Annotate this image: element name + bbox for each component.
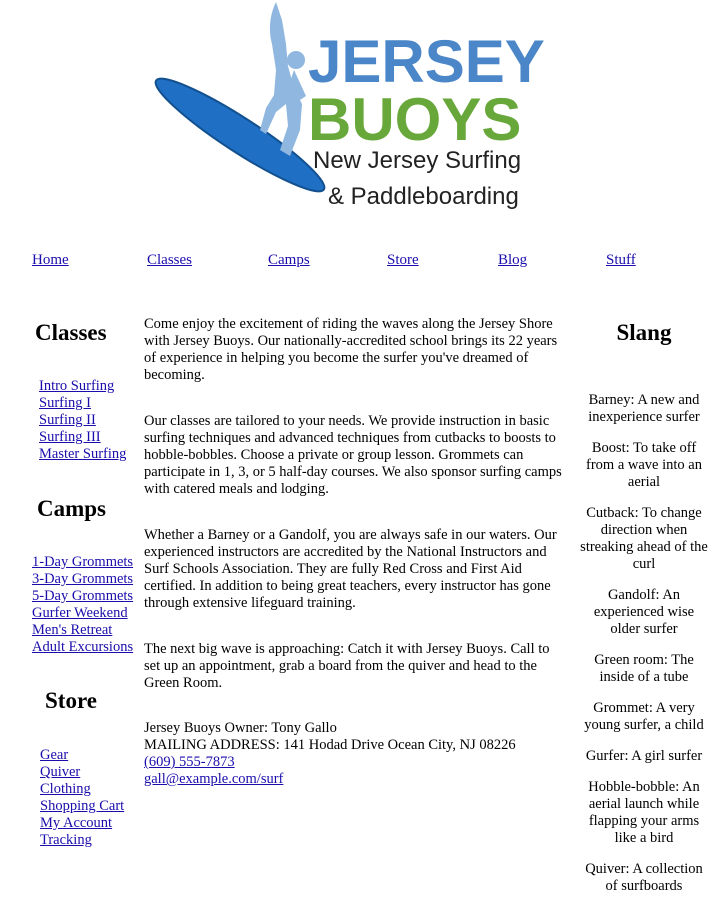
logo-tagline2: & Paddleboarding: [328, 183, 519, 210]
store-link-my-account[interactable]: My Account: [40, 815, 112, 831]
contact-info: Jersey Buoys Owner: Tony Gallo MAILING A…: [144, 720, 562, 788]
classes-paragraph: Our classes are tailored to your needs. …: [144, 413, 562, 497]
camp-link-adult-excursions[interactable]: Adult Excursions: [32, 639, 133, 655]
store-link-tracking[interactable]: Tracking: [40, 832, 92, 848]
camp-link-5-day[interactable]: 5-Day Grommets: [32, 588, 133, 604]
logo-graphic: JERSEY BUOYS New Jersey Surfing & Paddle…: [154, 2, 545, 210]
camps-list: 1-Day Grommets 3-Day Grommets 5-Day Grom…: [32, 554, 133, 656]
list-item: Adult Excursions: [32, 639, 133, 656]
logo-line1: JERSEY: [308, 28, 545, 95]
camp-link-mens-retreat[interactable]: Men's Retreat: [32, 622, 112, 638]
list-item: Gear: [40, 747, 124, 764]
site-logo: JERSEY BUOYS New Jersey Surfing & Paddle…: [148, 0, 553, 215]
list-item: Surfing III: [39, 429, 126, 446]
slang-item: Quiver: A collection of surfboards: [585, 861, 703, 894]
nav-classes[interactable]: Classes: [147, 251, 192, 269]
nav-home[interactable]: Home: [32, 251, 69, 269]
phone-link[interactable]: (609) 555-7873: [144, 754, 235, 770]
logo-line2: BUOYS: [308, 86, 521, 153]
surfboard-icon: [154, 77, 326, 193]
store-link-gear[interactable]: Gear: [40, 747, 68, 763]
list-item: Intro Surfing: [39, 378, 126, 395]
classes-list: Intro Surfing Surfing I Surfing II Surfi…: [39, 378, 126, 463]
logo-tagline1: New Jersey Surfing: [313, 147, 521, 174]
email-link[interactable]: gall@example.com/surf: [144, 771, 283, 787]
camp-link-1-day[interactable]: 1-Day Grommets: [32, 554, 133, 570]
list-item: Master Surfing: [39, 446, 126, 463]
store-list: Gear Quiver Clothing Shopping Cart My Ac…: [40, 747, 124, 849]
class-link-intro-surfing[interactable]: Intro Surfing: [39, 378, 114, 394]
list-item: Surfing II: [39, 412, 126, 429]
slang-list: Barney: A new and inexperience surfer Bo…: [580, 392, 708, 909]
camps-heading: Camps: [37, 496, 107, 521]
list-item: Shopping Cart: [40, 798, 124, 815]
list-item: My Account: [40, 815, 124, 832]
slang-item: Boost: To take off from a wave into an a…: [586, 440, 702, 490]
slang-item: Gandolf: An experienced wise older surfe…: [593, 587, 695, 637]
nav-camps[interactable]: Camps: [268, 251, 310, 269]
list-item: 3-Day Grommets: [32, 571, 133, 588]
list-item: Tracking: [40, 832, 124, 849]
list-item: Surfing I: [39, 395, 126, 412]
intro-paragraph: Come enjoy the excitement of riding the …: [144, 316, 558, 383]
nav-stuff[interactable]: Stuff: [606, 251, 636, 269]
slang-heading: Slang: [616, 320, 672, 345]
store-link-shopping-cart[interactable]: Shopping Cart: [40, 798, 124, 814]
slang-item: Cutback: To change direction when streak…: [580, 505, 708, 572]
store-link-quiver[interactable]: Quiver: [40, 764, 80, 780]
camp-link-gurfer-weekend[interactable]: Gurfer Weekend: [32, 605, 128, 621]
slang-item: Hobble-bobble: An aerial launch while fl…: [588, 779, 700, 846]
list-item: Clothing: [40, 781, 124, 798]
slang-item: Gurfer: A girl surfer: [585, 748, 703, 764]
camp-link-3-day[interactable]: 3-Day Grommets: [32, 571, 133, 587]
list-item: Gurfer Weekend: [32, 605, 133, 622]
safety-paragraph: Whether a Barney or a Gandolf, you are a…: [144, 527, 557, 611]
list-item: 5-Day Grommets: [32, 588, 133, 605]
list-item: Men's Retreat: [32, 622, 133, 639]
main-content: Come enjoy the excitement of riding the …: [144, 316, 562, 721]
classes-heading: Classes: [35, 320, 107, 345]
call-to-action-paragraph: The next big wave is approaching: Catch …: [144, 641, 550, 691]
slang-item: Barney: A new and inexperience surfer: [588, 392, 700, 425]
list-item: 1-Day Grommets: [32, 554, 133, 571]
class-link-surfing-3[interactable]: Surfing III: [39, 429, 101, 445]
store-heading: Store: [45, 688, 97, 713]
slang-item: Green room: The inside of a tube: [594, 652, 694, 685]
list-item: Quiver: [40, 764, 124, 781]
slang-item: Grommet: A very young surfer, a child: [584, 700, 704, 733]
mailing-address: MAILING ADDRESS: 141 Hodad Drive Ocean C…: [144, 737, 516, 753]
class-link-surfing-1[interactable]: Surfing I: [39, 395, 91, 411]
nav-store[interactable]: Store: [387, 251, 419, 269]
class-link-master-surfing[interactable]: Master Surfing: [39, 446, 126, 462]
class-link-surfing-2[interactable]: Surfing II: [39, 412, 96, 428]
owner-line: Jersey Buoys Owner: Tony Gallo: [144, 720, 337, 736]
store-link-clothing[interactable]: Clothing: [40, 781, 91, 797]
nav-blog[interactable]: Blog: [498, 251, 527, 269]
